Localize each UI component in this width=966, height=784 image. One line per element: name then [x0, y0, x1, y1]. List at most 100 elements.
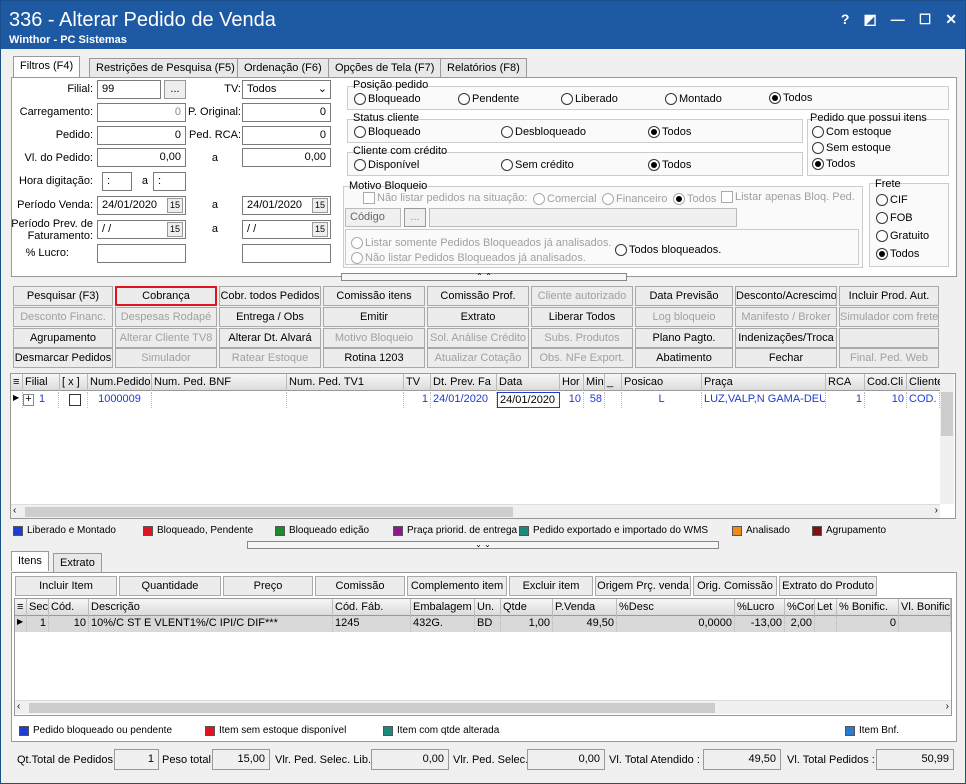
action-button[interactable]: Simulador com frete [839, 307, 939, 327]
vl-pedido-from-input[interactable]: 0,00 [97, 148, 186, 167]
help-icon[interactable]: ? [841, 11, 850, 28]
action-button[interactable]: Desconto/Acrescimo [735, 286, 837, 306]
item-action-button[interactable]: Extrato do Produto [779, 576, 877, 596]
column-header[interactable]: %Desc [617, 599, 735, 616]
checkbox-icon[interactable] [69, 394, 81, 406]
table-cell[interactable] [287, 392, 404, 408]
posicao-bloqueado-radio[interactable]: Bloqueado [354, 93, 421, 105]
action-button[interactable]: Extrato [427, 307, 529, 327]
posicao-pendente-radio[interactable]: Pendente [458, 93, 519, 105]
table-cell[interactable]: 1 [826, 392, 865, 408]
chevron-left-icon[interactable]: ‹ [17, 701, 20, 712]
itens-sem-estoque-radio[interactable]: Sem estoque [812, 142, 891, 154]
credito-sem-radio[interactable]: Sem crédito [501, 159, 574, 171]
codigo-input[interactable] [429, 208, 737, 227]
column-header[interactable]: Vl. Bonific. [899, 599, 951, 616]
column-settings-icon[interactable]: ≡ [11, 374, 23, 391]
table-cell[interactable]: 58 [584, 392, 605, 408]
frete-todos-radio[interactable]: Todos [876, 248, 919, 260]
tab-restricoes[interactable]: Restrições de Pesquisa (F5) [89, 58, 242, 78]
action-button[interactable]: Obs. NFe Export. [531, 348, 633, 368]
tab-extrato[interactable]: Extrato [53, 553, 102, 573]
column-header[interactable]: _ [605, 374, 622, 391]
table-cell[interactable]: 0 [837, 616, 899, 632]
hora-to-input[interactable]: : [153, 172, 186, 191]
orders-hscroll[interactable]: ‹ › [11, 504, 940, 518]
table-cell[interactable]: 1 [27, 616, 49, 632]
action-button[interactable]: Desconto Financ. [13, 307, 113, 327]
action-button[interactable]: Motivo Bloqueio [323, 328, 425, 348]
items-hscroll[interactable]: ‹ › [15, 700, 951, 714]
frete-cif-radio[interactable]: CIF [876, 194, 908, 206]
orders-vscroll[interactable] [940, 374, 954, 504]
hora-from-input[interactable]: : [102, 172, 132, 191]
table-cell[interactable]: 24/01/2020 [431, 392, 497, 408]
action-button[interactable]: Plano Pagto. [635, 328, 733, 348]
nao-listar-checkbox[interactable]: Não listar pedidos na situação: [363, 192, 527, 204]
column-header[interactable]: Min [584, 374, 605, 391]
column-header[interactable]: Cod.Cli [865, 374, 907, 391]
column-header[interactable]: Num.Pedido [88, 374, 152, 391]
action-button[interactable]: Pesquisar (F3) [13, 286, 113, 306]
table-cell[interactable]: 10%/C ST E VLENT1%/C IPI/C DIF*** [89, 616, 333, 632]
action-button[interactable]: Rotina 1203 [323, 348, 425, 368]
action-button[interactable]: Indenizações/Troca [735, 328, 837, 348]
table-cell[interactable]: 10 [865, 392, 907, 408]
column-header[interactable]: Embalagem [411, 599, 475, 616]
maximize-icon[interactable]: ☐ [919, 11, 932, 28]
expand-button[interactable]: + [23, 394, 34, 406]
tab-filtros[interactable]: Filtros (F4) [13, 56, 81, 78]
column-header[interactable]: Dt. Prev. Fa [431, 374, 497, 391]
action-button[interactable]: Data Previsão [635, 286, 733, 306]
action-button[interactable]: Liberar Todos [531, 307, 633, 327]
table-cell[interactable]: 1 [37, 392, 59, 408]
p-original-input[interactable]: 0 [242, 103, 331, 122]
itens-todos-radio[interactable]: Todos [812, 158, 855, 170]
column-header[interactable]: Num. Ped. BNF [152, 374, 287, 391]
nao-listar-analisados-radio[interactable]: Não listar Pedidos Bloqueados já analisa… [351, 252, 586, 264]
table-cell[interactable]: LUZ,VALP,N GAMA-DEUS [702, 392, 826, 408]
column-header[interactable]: %Com. [785, 599, 815, 616]
action-button[interactable]: Cobr. todos Pedidos [219, 286, 321, 306]
table-cell[interactable]: 1 [404, 392, 431, 408]
action-button[interactable]: Final. Ped. Web [839, 348, 939, 368]
table-cell[interactable]: 1,00 [501, 616, 553, 632]
action-button[interactable]: Fechar [735, 348, 837, 368]
pedido-input[interactable]: 0 [97, 126, 186, 145]
action-button[interactable] [839, 328, 939, 348]
column-header[interactable]: %Lucro [735, 599, 785, 616]
table-cell[interactable] [152, 392, 287, 408]
tv-select[interactable]: Todos ⌄ [242, 80, 331, 99]
motivo-financeiro-radio[interactable]: Financeiro [602, 193, 667, 205]
action-button[interactable]: Simulador [115, 348, 217, 368]
collapse-splitter[interactable]: ⌃ ⌃ [341, 273, 627, 281]
table-cell[interactable] [815, 616, 837, 632]
column-header[interactable]: Data [497, 374, 560, 391]
listar-analisados-radio[interactable]: Listar somente Pedidos Bloqueados já ana… [351, 237, 611, 249]
column-header[interactable]: Num. Ped. TV1 [287, 374, 404, 391]
posicao-todos-radio[interactable]: Todos [769, 92, 812, 104]
action-button[interactable]: Log bloqueio [635, 307, 733, 327]
table-cell[interactable]: 0,0000 [617, 616, 735, 632]
lucro-from-input[interactable] [97, 244, 186, 263]
item-action-button[interactable]: Origem Prç. venda [595, 576, 691, 596]
table-cell[interactable]: BD [475, 616, 501, 632]
column-header[interactable]: P.Venda [553, 599, 617, 616]
action-button[interactable]: Entrega / Obs [219, 307, 321, 327]
posicao-liberado-radio[interactable]: Liberado [561, 93, 618, 105]
split-divider[interactable]: ⌄ ⌄ [247, 541, 719, 549]
action-button[interactable]: Agrupamento [13, 328, 113, 348]
action-button[interactable]: Incluir Prod. Aut. [839, 286, 939, 306]
table-cell[interactable]: 1245 [333, 616, 411, 632]
action-button[interactable]: Atualizar Cotação [427, 348, 529, 368]
vl-pedido-to-input[interactable]: 0,00 [242, 148, 331, 167]
column-header[interactable]: Cód. [49, 599, 89, 616]
action-button[interactable]: Desmarcar Pedidos [13, 348, 113, 368]
column-header[interactable]: Cód. Fáb. [333, 599, 411, 616]
column-header[interactable]: Qtde [501, 599, 553, 616]
itens-com-estoque-radio[interactable]: Com estoque [812, 126, 891, 138]
chevron-right-icon[interactable]: › [935, 505, 938, 516]
table-row[interactable]: ▶ 1 10 10%/C ST E VLENT1%/C IPI/C DIF*** 124… [15, 616, 951, 632]
table-cell[interactable]: -13,00 [735, 616, 785, 632]
posicao-montado-radio[interactable]: Montado [665, 93, 722, 105]
